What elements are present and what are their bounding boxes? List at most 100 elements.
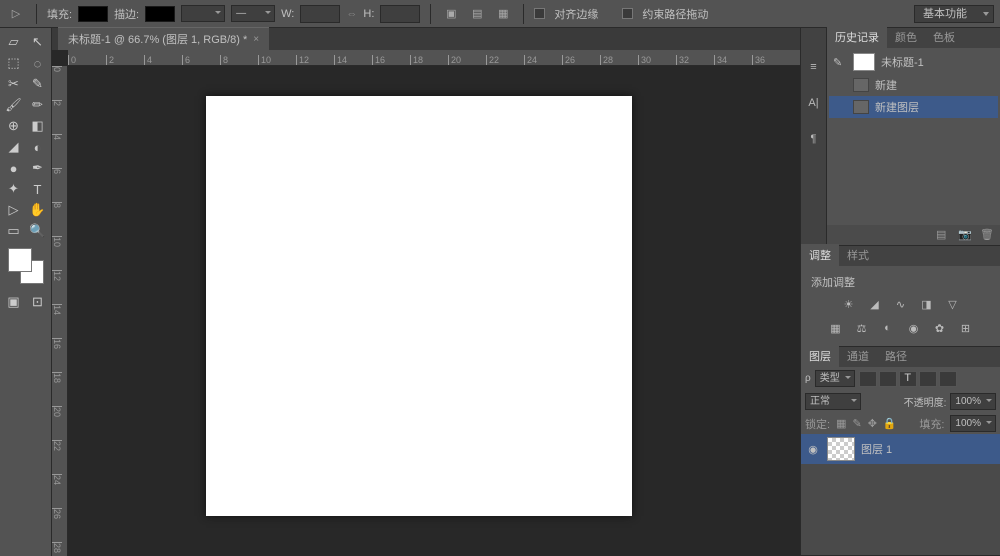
balance-icon[interactable]: ⚖ [853, 320, 871, 336]
crop-tool-icon[interactable]: ✂ [2, 74, 26, 94]
right-panels: ≡ A| ¶ 历史记录 颜色 色板 ✎ 未标题-1 [800, 28, 1000, 556]
ruler-tick: 22 [52, 440, 62, 451]
canvas[interactable] [206, 96, 632, 516]
ruler-tick: 12 [296, 55, 309, 65]
pencil-tool-icon[interactable]: ✏ [26, 95, 50, 115]
eraser-tool-icon[interactable]: ◧ [26, 116, 50, 136]
history-panel: 历史记录 颜色 色板 ✎ 未标题-1 新建 [827, 28, 1000, 246]
visibility-icon[interactable]: ◉ [805, 443, 821, 456]
gradient-tool-icon[interactable]: ◢ [2, 137, 26, 157]
ruler-vertical[interactable]: 0246810121416182022242628 [52, 66, 68, 556]
filter-shape-icon[interactable] [919, 371, 937, 387]
brightness-icon[interactable]: ☀ [840, 296, 858, 312]
hand-tool-icon[interactable]: ✋ [26, 200, 50, 220]
type-tool-icon[interactable]: T [26, 179, 50, 199]
heal-tool-icon[interactable]: ✦ [2, 179, 26, 199]
adjustments-panel: 调整 样式 添加调整 ☀ ◢ ∿ ◨ ▽ ▦ ⚖ ◐ ◉ ✿ ⊞ [801, 246, 1000, 347]
layer-row[interactable]: ◉ 图层 1 [801, 434, 1000, 464]
stroke-style-dropdown[interactable]: — [231, 5, 275, 22]
filter-type-icon[interactable]: T [899, 371, 917, 387]
dodge-tool-icon[interactable]: ● [2, 158, 26, 178]
color-swatches[interactable] [8, 248, 44, 284]
tab-swatches[interactable]: 色板 [925, 26, 963, 48]
path-select-tool-icon[interactable]: ↖ [26, 32, 50, 52]
mixer-icon[interactable]: ✿ [931, 320, 949, 336]
character-panel-icon[interactable]: A| [805, 94, 823, 112]
curves-icon[interactable]: ∿ [892, 296, 910, 312]
new-layer-icon [853, 100, 869, 114]
direct-select-tool-icon[interactable]: ▷ [2, 200, 26, 220]
tab-channels[interactable]: 通道 [839, 345, 877, 367]
eyedropper-tool-icon[interactable]: ✎ [26, 74, 50, 94]
quickmask-icon[interactable]: ▣ [2, 292, 26, 312]
photo-filter-icon[interactable]: ◉ [905, 320, 923, 336]
trash-icon[interactable]: 🗑 [980, 228, 994, 242]
bw-icon[interactable]: ◐ [879, 320, 897, 336]
document-tabbar: 未标题-1 @ 66.7% (图层 1, RGB/8) * × [52, 28, 800, 50]
tab-adjustments[interactable]: 调整 [801, 244, 839, 266]
ruler-tick: 16 [372, 55, 385, 65]
lock-trans-icon[interactable]: ▦ [836, 417, 846, 430]
zoom-tool-icon[interactable]: 🔍 [26, 221, 50, 241]
lookup-icon[interactable]: ⊞ [957, 320, 975, 336]
constrain-checkbox[interactable] [622, 8, 633, 19]
fill-opacity-input[interactable]: 100% [950, 415, 996, 432]
lock-pos-icon[interactable]: ✥ [868, 417, 877, 430]
vibrance-icon[interactable]: ▽ [944, 296, 962, 312]
tab-color[interactable]: 颜色 [887, 26, 925, 48]
history-item-selected[interactable]: 新建图层 [829, 96, 998, 118]
layer-name[interactable]: 图层 1 [861, 441, 892, 457]
exposure-icon[interactable]: ◨ [918, 296, 936, 312]
pen-tool-icon[interactable]: ✒ [26, 158, 50, 178]
filter-smart-icon[interactable] [939, 371, 957, 387]
tab-history[interactable]: 历史记录 [827, 26, 887, 48]
shape-tool-icon[interactable]: ▭ [2, 221, 26, 241]
tab-styles[interactable]: 样式 [839, 244, 877, 266]
ruler-tick: 28 [52, 542, 62, 553]
brush-icon: ✎ [833, 56, 847, 69]
tab-paths[interactable]: 路径 [877, 345, 915, 367]
history-doc-icon[interactable]: ▤ [936, 228, 950, 242]
height-input[interactable] [380, 5, 420, 23]
lock-all-icon[interactable]: 🔒 [883, 417, 897, 430]
fill-swatch[interactable] [78, 6, 108, 22]
clone-tool-icon[interactable]: ⊕ [2, 116, 26, 136]
history-item[interactable]: 新建 [829, 74, 998, 96]
canvas-background[interactable] [68, 66, 800, 556]
layer-thumbnail[interactable] [827, 437, 855, 461]
path-op-1-icon[interactable]: ▣ [441, 4, 461, 24]
path-op-3-icon[interactable]: ▦ [493, 4, 513, 24]
link-icon[interactable]: ⇔ [346, 8, 357, 20]
lock-paint-icon[interactable]: ✎ [852, 417, 861, 430]
ruler-tick: 2 [52, 100, 62, 106]
filter-pixel-icon[interactable] [859, 371, 877, 387]
screenmode-icon[interactable]: ⊡ [26, 292, 50, 312]
close-tab-icon[interactable]: × [253, 34, 259, 45]
ruler-tick: 14 [334, 55, 347, 65]
stroke-swatch[interactable] [145, 6, 175, 22]
align-edges-checkbox[interactable] [534, 8, 545, 19]
layer-kind-dropdown[interactable]: 类型 [815, 370, 855, 387]
blend-mode-dropdown[interactable]: 正常 [805, 393, 861, 410]
workspace-dropdown[interactable]: 基本功能 [914, 5, 994, 23]
history-snapshot[interactable]: ✎ 未标题-1 [829, 50, 998, 74]
history-camera-icon[interactable]: 📷 [958, 228, 972, 242]
document-tab[interactable]: 未标题-1 @ 66.7% (图层 1, RGB/8) * × [58, 27, 269, 50]
opacity-input[interactable]: 100% [950, 393, 996, 410]
tab-layers[interactable]: 图层 [801, 345, 839, 367]
paragraph-panel-icon[interactable]: ≡ [805, 58, 823, 76]
stroke-width-dropdown[interactable] [181, 5, 225, 22]
levels-icon[interactable]: ◢ [866, 296, 884, 312]
lasso-tool-icon[interactable]: ◌ [26, 53, 50, 73]
blur-tool-icon[interactable]: ◐ [26, 137, 50, 157]
width-input[interactable] [300, 5, 340, 23]
move-tool-icon[interactable]: ▱ [2, 32, 26, 52]
hue-icon[interactable]: ▦ [827, 320, 845, 336]
ruler-horizontal[interactable]: 024681012141618202224262830323436 [68, 50, 800, 66]
glyph-panel-icon[interactable]: ¶ [805, 130, 823, 148]
tool-preset-icon[interactable]: ▷ [6, 4, 26, 24]
path-op-2-icon[interactable]: ▤ [467, 4, 487, 24]
marquee-tool-icon[interactable]: ⬚ [2, 53, 26, 73]
brush-tool-icon[interactable]: 🖌 [2, 95, 26, 115]
filter-adjust-icon[interactable] [879, 371, 897, 387]
